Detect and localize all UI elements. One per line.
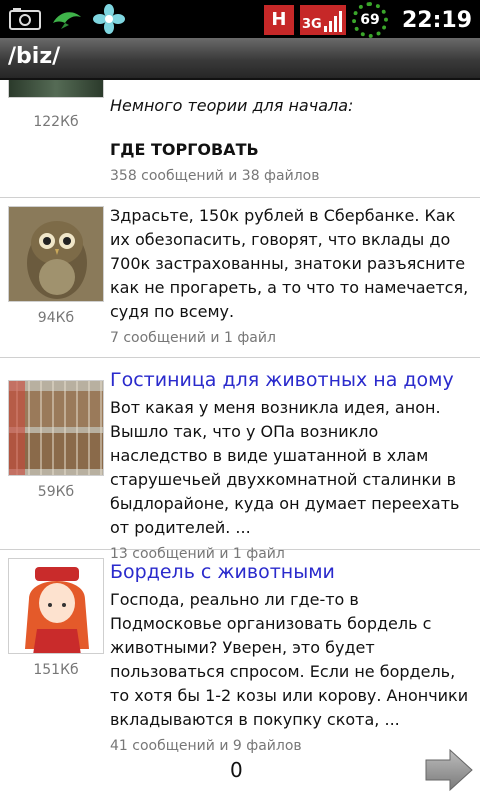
- title-bar: /biz/: [0, 38, 480, 80]
- thread-body: Господа, реально ли где-то в Подмосковье…: [110, 590, 469, 729]
- thread-thumbnail[interactable]: [8, 206, 104, 302]
- thread-body: Вот какая у меня возникла идея, анон. Вы…: [110, 398, 460, 537]
- board-title: /biz/: [8, 44, 61, 69]
- thumbnail-size: 122Кб: [33, 114, 79, 130]
- thread-body: Здрасьте, 150к рублей в Сбербанке. Как и…: [110, 206, 469, 321]
- thread-thumbnail[interactable]: [8, 558, 104, 654]
- clock: 22:19: [401, 7, 472, 33]
- thumbnail-size: 151Кб: [33, 662, 79, 678]
- flower-icon: [92, 4, 126, 34]
- next-page-arrow-icon[interactable]: [424, 748, 474, 792]
- thread-thumbnail[interactable]: [8, 380, 104, 476]
- thread-meta: 358 сообщений и 38 файлов: [110, 168, 320, 184]
- thumbnail-size: 59Кб: [37, 484, 75, 500]
- thumbnail-size: 94Кб: [37, 310, 75, 326]
- network-type: 3G: [301, 17, 322, 32]
- thread-body-heading: ГДЕ ТОРГОВАТЬ: [110, 140, 259, 159]
- thread-meta: 7 сообщений и 1 файл: [110, 330, 276, 346]
- thread-subject[interactable]: Гостиница для животных на дому: [110, 368, 472, 392]
- owl-image: [9, 207, 103, 301]
- cages-image: [9, 381, 103, 475]
- thread-subject[interactable]: Бордель с животными: [110, 560, 472, 584]
- notification-icons: [8, 4, 126, 34]
- thread-body: Немного теории для начала:: [110, 96, 354, 115]
- thread-thumbnail[interactable]: [8, 80, 104, 98]
- thread-item[interactable]: 94Кб Здрасьте, 150к рублей в Сбербанке. …: [0, 198, 480, 358]
- status-bar: H 3G 69 22:19: [0, 0, 480, 38]
- thread-item[interactable]: 122Кб Немного теории для начала: ГДЕ ТОР…: [0, 80, 480, 198]
- thread-list[interactable]: 122Кб Немного теории для начала: ГДЕ ТОР…: [0, 80, 480, 800]
- anime-girl-image: [9, 559, 103, 653]
- hsdpa-icon: H: [263, 5, 294, 35]
- battery-percent: 69: [360, 12, 380, 28]
- dolphin-icon: [50, 4, 84, 34]
- thread-meta: 41 сообщений и 9 файлов: [110, 738, 302, 754]
- page-number: 0: [230, 758, 243, 782]
- thread-item[interactable]: 59Кб Гостиница для животных на дому Вот …: [0, 358, 480, 562]
- battery-icon: 69: [351, 2, 388, 38]
- thread-item[interactable]: 151Кб Бордель с животными Господа, реаль…: [0, 550, 480, 754]
- signal-3g-icon: 3G: [299, 5, 346, 35]
- camera-icon: [8, 4, 42, 34]
